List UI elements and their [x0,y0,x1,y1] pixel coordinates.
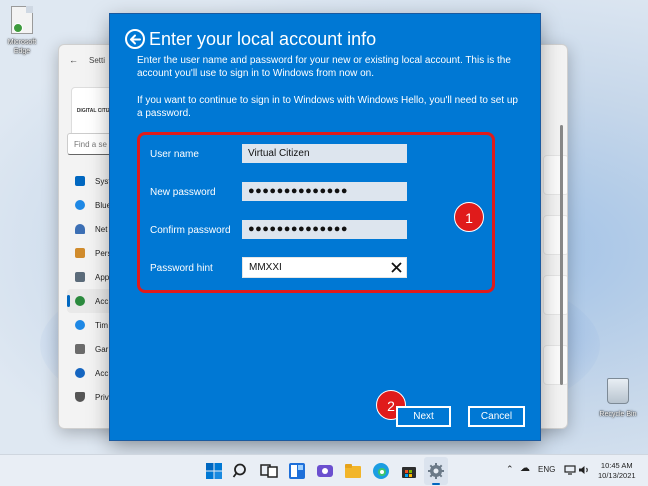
windows-hello-note: If you want to continue to sign in to Wi… [137,95,518,119]
person-icon [75,296,85,306]
apps-icon [75,272,85,282]
settings-scrollbar[interactable] [560,125,563,385]
desktop-icon-label: Recycle Bin [599,411,637,418]
back-arrow-icon[interactable]: ← [69,55,78,65]
file-explorer-icon[interactable] [344,462,362,480]
password-hint-field[interactable]: MMXXI [242,257,407,278]
local-account-dialog: Enter your local account info Enter the … [110,14,540,440]
edge-shortcut-icon [9,6,35,36]
bluetooth-icon [75,200,85,210]
network-icon[interactable] [564,465,576,475]
monitor-icon [75,176,85,186]
chat-icon[interactable] [316,462,334,480]
shield-icon [75,392,85,402]
taskbar-clock[interactable]: 10:45 AM 10/13/2021 [598,461,636,481]
desktop-icon-label: Microsoft Edge [7,39,37,55]
language-indicator[interactable]: ENG [538,465,555,474]
cancel-button[interactable]: Cancel [468,406,525,427]
search-icon[interactable] [232,462,250,480]
confirm-password-field[interactable]: ●●●●●●●●●●●●●● [242,220,407,239]
settings-gear-icon[interactable] [427,462,445,480]
settings-card[interactable] [543,155,567,195]
next-button[interactable]: Next [396,406,451,427]
widgets-icon[interactable] [288,462,306,480]
annotation-badge-1: 1 [454,202,484,232]
wifi-icon [75,224,85,234]
settings-card[interactable] [543,215,567,255]
username-field[interactable]: Virtual Citizen [242,144,407,163]
sidebar-item-label: Acc [95,369,109,378]
settings-card[interactable] [543,345,567,385]
sidebar-item-label: Blue [95,201,112,210]
sidebar-item-label: Gar [95,345,109,354]
clock-time: 10:45 AM [600,461,633,470]
sidebar-item-label: Tim [95,321,109,330]
accessibility-icon [75,368,85,378]
edge-icon[interactable] [372,462,390,480]
sidebar-item-label: Acc [95,297,109,306]
arrow-left-icon [130,34,141,45]
chevron-up-icon[interactable]: ⌃ [506,464,514,475]
sidebar-item-label: App [95,273,110,282]
sidebar-item-label: Net [95,225,108,234]
desktop-icon-edge[interactable]: Microsoft Edge [2,6,42,56]
clear-icon[interactable] [391,262,402,273]
sidebar-item-label: Pers [95,249,112,258]
recycle-bin-icon [605,378,631,408]
dialog-description: Enter the user name and password for you… [137,55,511,79]
confirm-password-label: Confirm password [150,225,231,236]
globe-icon [75,320,85,330]
sidebar-item-label: Syst [95,177,111,186]
back-button[interactable] [125,29,145,49]
password-hint-value: MMXXI [249,262,282,273]
new-password-field[interactable]: ●●●●●●●●●●●●●● [242,182,407,201]
store-icon[interactable] [400,462,418,480]
start-icon[interactable] [205,462,223,480]
volume-icon[interactable] [578,465,590,475]
sidebar-item-label: Priv [95,393,109,402]
taskbar: ⌃ ☁ ENG 10:45 AM 10/13/2021 [0,454,648,486]
desktop-icon-recycle-bin[interactable]: Recycle Bin [598,378,638,419]
dialog-title: Enter your local account info [149,29,377,49]
new-password-label: New password [150,187,216,198]
password-hint-label: Password hint [150,263,213,274]
task-view-icon[interactable] [260,462,278,480]
clock-date: 10/13/2021 [598,471,636,480]
gamepad-icon [75,344,85,354]
brush-icon [75,248,85,258]
username-label: User name [150,149,199,160]
settings-title: Setti [89,56,106,65]
onedrive-icon[interactable]: ☁ [520,463,530,474]
settings-card[interactable] [543,275,567,315]
